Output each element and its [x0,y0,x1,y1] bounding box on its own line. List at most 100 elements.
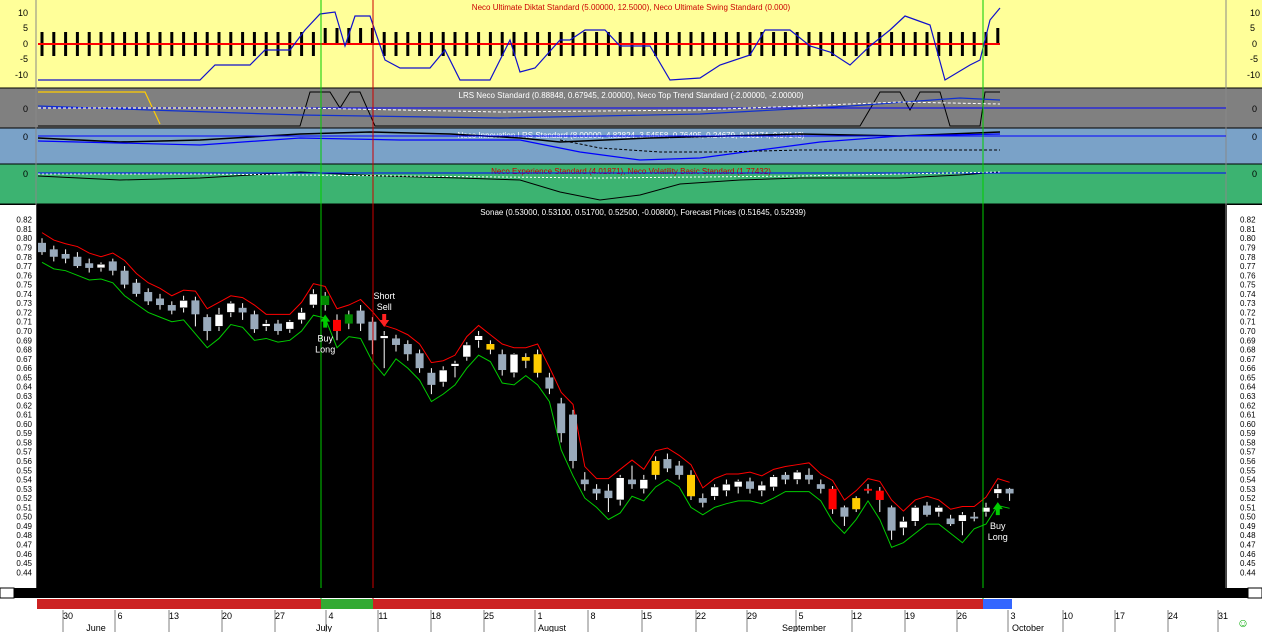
candle-body [96,263,106,269]
candle-body [333,319,341,332]
price-tick-left: 0.76 [16,271,32,280]
day-label: 4 [328,611,333,621]
scroll-right-button[interactable] [1247,587,1262,599]
candle-body [261,323,271,327]
signal-label: Long [315,345,335,355]
candle-body [73,256,82,267]
candle-body [828,488,837,510]
day-label: 30 [63,611,73,621]
signal-label: Sell [377,302,392,312]
price-tick-left: 0.69 [16,336,32,345]
diktat-tick-left: 5 [23,23,28,33]
month-label: October [1012,623,1044,632]
candle-body [120,270,129,285]
experience-tick-right: 0 [1252,169,1257,179]
scroll-highlight[interactable] [983,599,1012,609]
candle-body [368,321,377,341]
price-tick-left: 0.47 [16,541,32,550]
candle-body [580,479,589,485]
price-tick-left: 0.57 [16,448,32,457]
price-tick-right: 0.47 [1240,541,1256,550]
signal-label: Buy [990,521,1006,531]
lrs-tick-left: 0 [23,104,28,114]
month-label: August [538,623,567,632]
candle-body [816,484,825,489]
day-label: 29 [747,611,757,621]
smiley-icon[interactable]: ☺ [1237,616,1249,630]
month-label: September [782,623,826,632]
scroll-left-button[interactable] [0,587,15,599]
lrs-tick-right: 0 [1252,104,1257,114]
price-tick-right: 0.74 [1240,290,1256,299]
candle-body [675,465,684,475]
day-label: 5 [798,611,803,621]
signal-label: Buy [317,334,333,344]
diktat-tick-left: 10 [18,8,28,18]
candle-body [403,344,412,355]
price-tick-right: 0.80 [1240,234,1256,243]
candle-body [274,323,282,332]
candle-body [687,474,695,497]
price-tick-right: 0.52 [1240,494,1256,503]
price-tick-left: 0.50 [16,513,32,522]
candle-body [486,344,495,350]
day-label: 18 [431,611,441,621]
price-tick-right: 0.60 [1240,420,1256,429]
candle-body [427,372,436,385]
scroll-range[interactable] [37,599,1012,609]
candle-body [238,307,247,313]
candle-body [993,488,1003,494]
price-tick-right: 0.64 [1240,383,1256,392]
price-tick-left: 0.62 [16,401,32,410]
day-label: 1 [537,611,542,621]
price-tick-right: 0.71 [1240,318,1256,327]
candle-body [615,477,625,501]
candle-body [946,518,955,525]
candle-body [167,305,176,311]
scroll-highlight[interactable] [321,599,373,609]
candle-body [1005,488,1014,494]
price-tick-right: 0.65 [1240,373,1256,382]
candle-body [191,300,200,315]
candle-body [297,312,306,321]
day-label: 12 [852,611,862,621]
price-tick-right: 0.63 [1240,392,1256,401]
price-tick-right: 0.58 [1240,438,1256,447]
diktat-tick-left: -10 [15,70,28,80]
price-tick-right: 0.53 [1240,485,1256,494]
day-label: 25 [484,611,494,621]
price-tick-left: 0.45 [16,559,32,568]
innovation-tick-left: 0 [23,132,28,142]
price-tick-left: 0.58 [16,438,32,447]
day-label: 11 [378,611,387,621]
candle-body [970,516,979,519]
candle-body [864,488,872,491]
price-tick-right: 0.59 [1240,429,1256,438]
diktat-bar [996,28,1000,44]
lrs-title: LRS Neco Standard (0.88848, 0.67945, 2.0… [459,91,804,100]
diktat-tick-right: 10 [1250,8,1260,18]
day-label: 31 [1218,611,1228,621]
price-tick-left: 0.63 [16,392,32,401]
diktat-title: Neco Ultimate Diktat Standard (5.00000, … [472,3,791,12]
candle-body [651,460,660,475]
candle-body [792,471,802,480]
candle-body [309,293,318,306]
signal-label: Short [373,291,395,301]
candle-body [604,490,613,499]
experience-title: Neco Experience Standard (4.01871), Neco… [491,167,771,176]
price-tick-left: 0.68 [16,346,32,355]
price-tick-left: 0.54 [16,476,32,485]
candle-body [958,514,967,522]
price-tick-left: 0.46 [16,550,32,559]
candle-body [285,321,295,330]
day-label: 17 [1115,611,1125,621]
scroll-track[interactable] [0,588,1262,598]
candle-body [545,377,554,389]
candle-body [61,253,70,259]
price-tick-left: 0.53 [16,485,32,494]
diktat-bar [359,28,363,44]
price-tick-left: 0.82 [16,216,32,225]
price-tick-right: 0.49 [1240,522,1256,531]
price-tick-left: 0.80 [16,234,32,243]
